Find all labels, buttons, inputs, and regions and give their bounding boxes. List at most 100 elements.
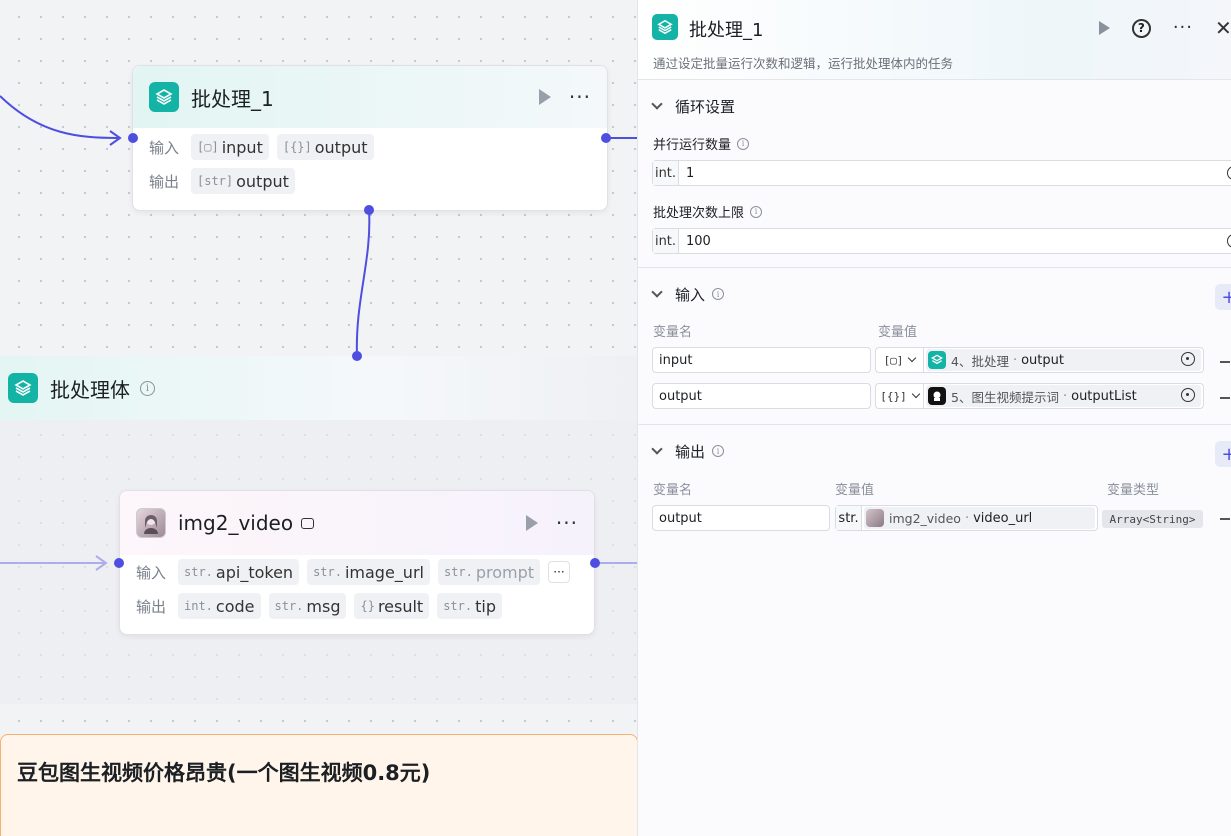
col-header-type: 变量类型 (1107, 483, 1160, 498)
label-text: 批处理次数上限 (653, 206, 745, 221)
chevron-down-icon[interactable] (651, 286, 663, 298)
node-more-menu-icon[interactable]: ··· (569, 87, 591, 107)
info-icon[interactable]: i (140, 380, 155, 396)
add-input-button[interactable]: + (1215, 284, 1231, 310)
ref-separator: · (964, 510, 970, 526)
output-port-chip: str. msg (268, 593, 347, 619)
variable-ref-icon[interactable] (1181, 352, 1195, 366)
more-ports-button[interactable]: ··· (548, 561, 570, 583)
int-type-prefix: int. (653, 229, 679, 253)
img2-video-inputs: 输入 str. api_token str. image_url str. promp… (120, 555, 594, 589)
test-run-play-icon[interactable] (1098, 21, 1110, 35)
outputs-section: 输出 i + 变量名 变量值 变量类型 output str. img2_vid… (638, 425, 1231, 545)
port-type: str. (184, 565, 213, 579)
input-var-name-field[interactable]: output (652, 383, 871, 409)
help-icon[interactable]: ? (1131, 18, 1151, 38)
run-node-play-icon[interactable] (525, 515, 538, 531)
port-type: {} (360, 599, 375, 613)
port-name: input (221, 137, 263, 157)
loop-settings-section: 循环设置 并行运行数量 i int. 1 批处理次数上限 i int. 100 (638, 80, 1231, 268)
parallel-count-field[interactable]: int. 1 (652, 160, 1231, 186)
type-selector[interactable]: [{}] (876, 384, 924, 408)
chevron-down-icon (911, 389, 920, 399)
ref-var-name: video_url (973, 510, 1033, 526)
add-output-button[interactable]: + (1215, 441, 1231, 467)
input-port-chip: [▢] input (191, 134, 269, 160)
input-label: 输入 (149, 138, 180, 157)
img2-video-input-handle[interactable] (114, 558, 124, 568)
batch-node-outputs: 输出 [str] output (133, 164, 607, 198)
panel-header: 批处理_1 通过设定批量运行次数和逻辑，运行批处理体内的任务 ? ··· ✕ (638, 0, 1231, 80)
input-var-value-field[interactable]: [{}] 5、图生视频提示词 · outputList (875, 383, 1204, 409)
input-label: 输入 (136, 563, 167, 582)
port-type: [{}] (282, 140, 312, 154)
type-glyph: [{}] (880, 389, 907, 403)
outputs-header[interactable]: 输出 i + (638, 425, 1231, 477)
type-selector[interactable]: [▢] (876, 348, 924, 372)
port-type: str. (443, 565, 473, 579)
port-name: output (236, 171, 289, 191)
variable-ref-icon[interactable] (1227, 166, 1231, 180)
batch-limit-value[interactable]: 100 (679, 234, 711, 249)
panel-more-menu-icon[interactable]: ··· (1173, 19, 1193, 37)
avatar-icon (866, 509, 884, 527)
ref-node-name: 4、批处理 (951, 353, 1009, 369)
img2-video-outputs: 输出 int. code str. msg {} result str. tip (120, 589, 594, 623)
chevron-down-icon[interactable] (651, 443, 663, 455)
variable-reference[interactable]: img2_video · video_url (864, 507, 1095, 529)
input-port-chip: str. api_token (178, 559, 300, 585)
batch-body-top-handle[interactable] (352, 351, 362, 361)
output-var-name-field[interactable]: output (652, 505, 830, 531)
ref-node-name: img2_video (889, 510, 961, 526)
ref-separator: · (1062, 388, 1068, 404)
img2-video-output-handle[interactable] (590, 558, 600, 568)
remove-input-icon[interactable] (1220, 397, 1230, 399)
note-text: 豆包图生视频价格昂贵(一个图生视频0.8元) (17, 761, 431, 785)
output-port-chip: {} result (354, 593, 430, 619)
variable-ref-icon[interactable] (1181, 388, 1195, 402)
inputs-section: 输入 i + 变量名 变量值 input [▢] 4、批处理 · output ou… (638, 268, 1231, 425)
chevron-down-icon[interactable] (651, 98, 663, 110)
info-icon[interactable]: i (712, 445, 725, 457)
output-var-value-field[interactable]: str. img2_video · video_url (835, 505, 1098, 531)
input-var-value-field[interactable]: [▢] 4、批处理 · output (875, 347, 1204, 373)
remove-input-icon[interactable] (1220, 361, 1230, 363)
info-icon[interactable]: i (712, 288, 725, 300)
output-port-chip: int. code (178, 593, 261, 619)
img2-video-node-title: img2_video (178, 511, 294, 535)
batch-node-body-handle[interactable] (364, 205, 374, 215)
parallel-count-value[interactable]: 1 (679, 166, 694, 181)
batch-node-title: 批处理_1 (191, 86, 274, 111)
batch-node-input-handle[interactable] (128, 133, 138, 143)
port-name: result (377, 596, 424, 616)
variable-reference[interactable]: 4、批处理 · output (926, 349, 1201, 371)
info-icon[interactable]: i (750, 205, 763, 218)
img2-video-node[interactable]: img2_video ··· 输入 str. api_token str. imag… (119, 490, 595, 635)
output-port-chip: str. tip (437, 593, 502, 619)
workflow-canvas[interactable]: 批处理_1 ··· 输入 [▢] input [{}] output 输出 [str… (0, 0, 638, 836)
info-icon[interactable]: i (737, 137, 750, 150)
batch-node[interactable]: 批处理_1 ··· 输入 [▢] input [{}] output 输出 [str… (132, 65, 608, 211)
batch-limit-field[interactable]: int. 100 (652, 228, 1231, 254)
remove-output-icon[interactable] (1220, 518, 1230, 520)
batch-node-output-handle[interactable] (601, 133, 611, 143)
str-type-prefix: str. (836, 506, 862, 530)
port-name: tip (475, 596, 496, 616)
batch-limit-label: 批处理次数上限 i (638, 202, 1231, 221)
panel-title[interactable]: 批处理_1 (689, 16, 763, 42)
inputs-header[interactable]: 输入 i + (638, 268, 1231, 320)
output-label: 输出 (136, 597, 167, 616)
port-name: image_url (344, 562, 424, 582)
close-icon[interactable]: ✕ (1215, 16, 1231, 40)
sticky-note[interactable]: 豆包图生视频价格昂贵(一个图生视频0.8元) (0, 734, 638, 836)
input-var-name-field[interactable]: input (652, 347, 871, 373)
run-node-play-icon[interactable] (538, 89, 551, 105)
variable-ref-icon[interactable] (1227, 234, 1231, 248)
node-more-menu-icon[interactable]: ··· (556, 513, 578, 533)
variable-reference[interactable]: 5、图生视频提示词 · outputList (926, 385, 1201, 407)
port-name: api_token (215, 562, 294, 582)
input-port-chip: [{}] output (276, 134, 374, 160)
loop-settings-header[interactable]: 循环设置 (638, 80, 1231, 132)
int-type-prefix: int. (653, 161, 679, 185)
loop-settings-title: 循环设置 (675, 97, 736, 116)
